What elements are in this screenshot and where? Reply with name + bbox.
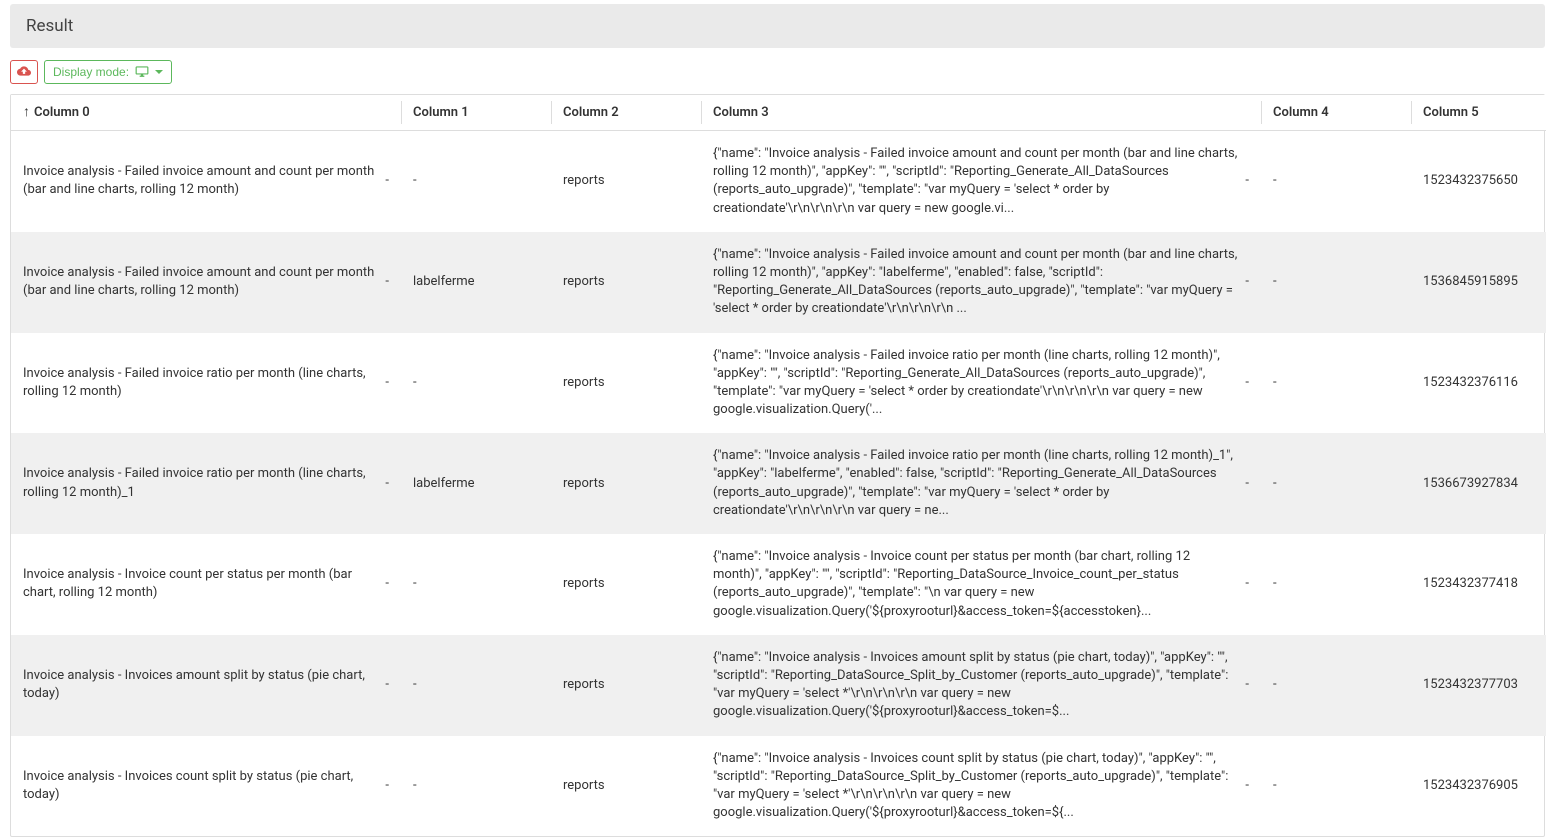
cell-c0: Invoice analysis - Failed invoice amount… — [23, 163, 377, 199]
table-row[interactable]: Invoice analysis - Failed invoice ratio … — [11, 333, 1546, 434]
cell-c3: {"name": "Invoice analysis - Failed invo… — [713, 347, 1237, 420]
cell-c0: Invoice analysis - Invoices amount split… — [23, 667, 377, 703]
cell-dash: - — [385, 374, 389, 392]
result-panel: Result — [10, 4, 1545, 48]
cell-dash: - — [385, 575, 389, 593]
table-row[interactable]: Invoice analysis - Failed invoice ratio … — [11, 433, 1546, 534]
cell-c5: 1536845915895 — [1411, 232, 1546, 333]
cell-dash: - — [385, 676, 389, 694]
col-header-5[interactable]: Column 5 — [1411, 95, 1546, 131]
cell-c2: reports — [551, 433, 701, 534]
cell-c2: reports — [551, 333, 701, 434]
cell-dash: - — [1245, 273, 1249, 291]
cell-c3: {"name": "Invoice analysis - Invoice cou… — [713, 548, 1237, 621]
cell-dash: - — [1245, 676, 1249, 694]
cloud-upload-button[interactable] — [10, 60, 38, 84]
cell-c4: - — [1261, 232, 1411, 333]
cell-c5: 1523432377418 — [1411, 534, 1546, 635]
monitor-icon — [135, 65, 149, 80]
cell-dash: - — [385, 273, 389, 291]
table-row[interactable]: Invoice analysis - Invoice count per sta… — [11, 534, 1546, 635]
cell-dash: - — [1245, 172, 1249, 190]
cell-dash: - — [1245, 777, 1249, 795]
cell-c2: reports — [551, 232, 701, 333]
panel-title: Result — [10, 4, 1545, 48]
cell-c4: - — [1261, 635, 1411, 736]
cell-c0: Invoice analysis - Invoice count per sta… — [23, 566, 377, 602]
cell-c4: - — [1261, 534, 1411, 635]
cell-c4: - — [1261, 131, 1411, 232]
cell-c2: reports — [551, 131, 701, 232]
cell-c1: labelferme — [401, 433, 551, 534]
cell-c3: {"name": "Invoice analysis - Failed invo… — [713, 246, 1237, 319]
col-header-4[interactable]: Column 4 — [1261, 95, 1411, 131]
cell-c0: Invoice analysis - Invoices count split … — [23, 768, 377, 804]
cell-c1: - — [401, 333, 551, 434]
table-row[interactable]: Invoice analysis - Failed invoice amount… — [11, 232, 1546, 333]
cell-c1: - — [401, 534, 551, 635]
cell-c5: 1536673927834 — [1411, 433, 1546, 534]
cell-c3: {"name": "Invoice analysis - Invoices co… — [713, 750, 1237, 823]
cell-c4: - — [1261, 433, 1411, 534]
sort-asc-icon: ↑ — [23, 105, 30, 119]
table-header-row: ↑Column 0 Column 1 Column 2 Column 3 Col… — [11, 95, 1546, 131]
cell-c4: - — [1261, 333, 1411, 434]
cell-c0: Invoice analysis - Failed invoice ratio … — [23, 365, 377, 401]
cell-c3: {"name": "Invoice analysis - Failed invo… — [713, 447, 1237, 520]
col-header-3[interactable]: Column 3 — [701, 95, 1261, 131]
cell-c5: 1523432377703 — [1411, 635, 1546, 736]
cell-c1: - — [401, 131, 551, 232]
cell-dash: - — [1245, 475, 1249, 493]
cell-c5: 1523432375650 — [1411, 131, 1546, 232]
col-header-1[interactable]: Column 1 — [401, 95, 551, 131]
cell-dash: - — [1245, 575, 1249, 593]
caret-down-icon — [155, 70, 163, 74]
col-header-2[interactable]: Column 2 — [551, 95, 701, 131]
cell-c1: - — [401, 736, 551, 837]
display-mode-button[interactable]: Display mode: — [44, 60, 172, 84]
cell-c5: 1523432376116 — [1411, 333, 1546, 434]
display-mode-label: Display mode: — [53, 65, 129, 79]
table-row[interactable]: Invoice analysis - Invoices count split … — [11, 736, 1546, 837]
cell-dash: - — [1245, 374, 1249, 392]
cell-dash: - — [385, 172, 389, 190]
result-table-container: ↑Column 0 Column 1 Column 2 Column 3 Col… — [10, 94, 1545, 837]
cell-c3: {"name": "Invoice analysis - Failed invo… — [713, 145, 1237, 218]
cell-c2: reports — [551, 534, 701, 635]
cell-c2: reports — [551, 736, 701, 837]
col-header-0[interactable]: ↑Column 0 — [11, 95, 401, 131]
cell-dash: - — [385, 475, 389, 493]
cell-dash: - — [385, 777, 389, 795]
cell-c3: {"name": "Invoice analysis - Invoices am… — [713, 649, 1237, 722]
cloud-upload-icon — [17, 64, 31, 81]
cell-c4: - — [1261, 736, 1411, 837]
cell-c0: Invoice analysis - Failed invoice ratio … — [23, 465, 377, 501]
cell-c0: Invoice analysis - Failed invoice amount… — [23, 264, 377, 300]
cell-c2: reports — [551, 635, 701, 736]
cell-c1: - — [401, 635, 551, 736]
table-row[interactable]: Invoice analysis - Invoices amount split… — [11, 635, 1546, 736]
toolbar: Display mode: — [10, 60, 1545, 84]
cell-c5: 1523432376905 — [1411, 736, 1546, 837]
result-table: ↑Column 0 Column 1 Column 2 Column 3 Col… — [11, 95, 1546, 836]
cell-c1: labelferme — [401, 232, 551, 333]
table-row[interactable]: Invoice analysis - Failed invoice amount… — [11, 131, 1546, 232]
